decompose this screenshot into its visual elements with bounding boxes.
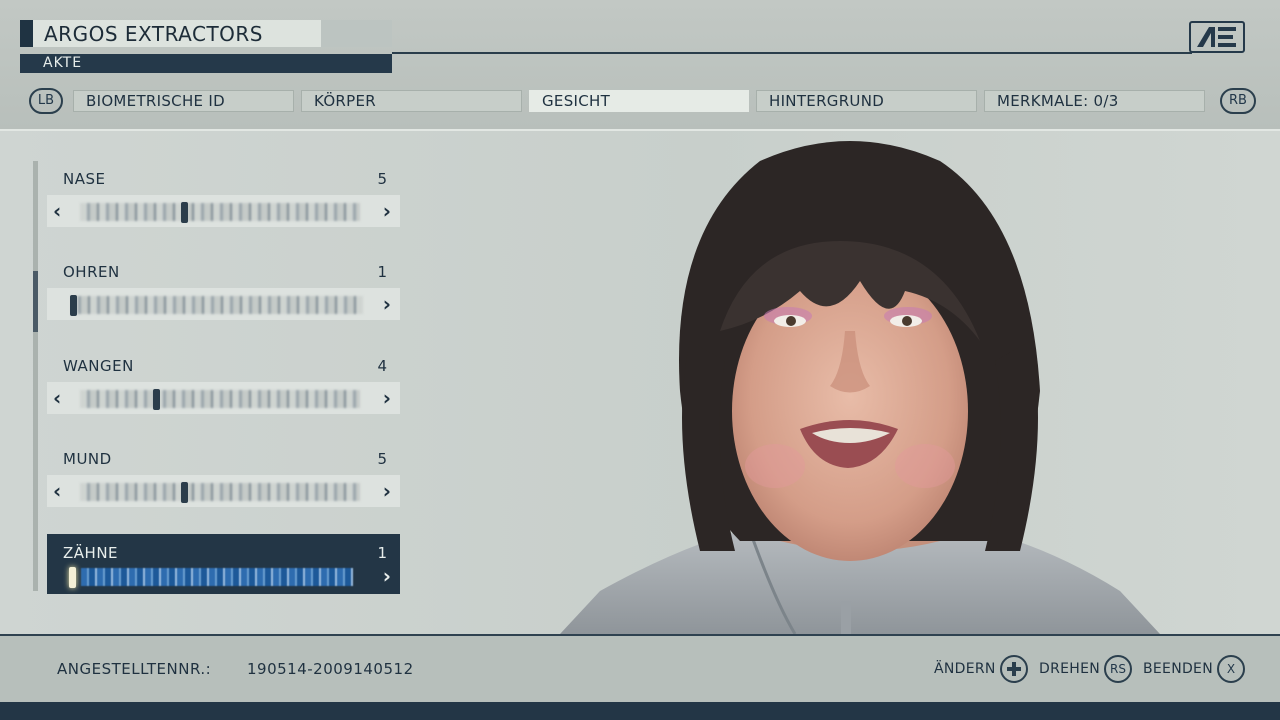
- scrollbar-thumb[interactable]: [33, 271, 38, 332]
- slider-zaehne[interactable]: ZÄHNE 1 ›: [47, 544, 400, 604]
- header-divider: [392, 52, 1192, 54]
- chevron-left-icon[interactable]: ‹: [53, 385, 61, 411]
- change-label: ÄNDERN: [934, 661, 996, 677]
- title-block: ARGOS EXTRACTORS: [20, 20, 392, 47]
- slider-value: 1: [377, 263, 387, 281]
- dpad-icon[interactable]: [999, 655, 1028, 683]
- slider-label: MUND: [63, 450, 112, 468]
- slider-mund[interactable]: MUND 5 ‹ ›: [47, 450, 400, 510]
- slider-knob[interactable]: [153, 389, 160, 410]
- scrollbar-track[interactable]: [33, 161, 38, 591]
- slider-nase[interactable]: NASE 5 ‹ ›: [47, 170, 400, 230]
- subtitle-bar: AKTE: [20, 54, 392, 73]
- header: ARGOS EXTRACTORS AKTE LB BIOMETRISCHE ID…: [0, 0, 1280, 131]
- slider-preset-strip[interactable]: [80, 483, 360, 501]
- slider-label: OHREN: [63, 263, 120, 281]
- tab-biometrische-id[interactable]: BIOMETRISCHE ID: [73, 90, 294, 112]
- slider-preset-strip[interactable]: [80, 390, 360, 408]
- change-prompt[interactable]: ÄNDERN: [934, 654, 1028, 684]
- main-area: NASE 5 ‹ › OHREN 1 › WANGEN 4 ‹ › MUND 5…: [0, 131, 1280, 634]
- page-subtitle: AKTE: [43, 55, 83, 71]
- page-title: ARGOS EXTRACTORS: [44, 22, 264, 46]
- bottom-bar: [0, 702, 1280, 720]
- slider-label: ZÄHNE: [63, 544, 119, 562]
- chevron-right-icon[interactable]: ›: [383, 478, 391, 504]
- rs-button[interactable]: RS: [1104, 655, 1132, 683]
- slider-label: WANGEN: [63, 357, 134, 375]
- slider-preset-strip[interactable]: [81, 568, 353, 586]
- slider-value: 5: [377, 450, 387, 468]
- slider-knob[interactable]: [181, 482, 188, 503]
- ae-logo-icon: [1189, 21, 1245, 53]
- employee-number-value: 190514-2009140512: [247, 660, 414, 678]
- footer: ANGESTELLTENNR.: 190514-2009140512 ÄNDER…: [0, 634, 1280, 702]
- chevron-right-icon[interactable]: ›: [383, 563, 391, 589]
- title-accent: [20, 20, 33, 47]
- slider-preset-strip[interactable]: [80, 203, 360, 221]
- slider-value: 1: [377, 544, 387, 562]
- slider-ohren[interactable]: OHREN 1 ›: [47, 263, 400, 323]
- employee-number-label: ANGESTELLTENNR.:: [57, 660, 212, 678]
- slider-preset-strip[interactable]: [71, 296, 363, 314]
- slider-wangen[interactable]: WANGEN 4 ‹ ›: [47, 357, 400, 417]
- rb-bumper-button[interactable]: RB: [1220, 88, 1256, 114]
- x-button[interactable]: X: [1216, 655, 1245, 683]
- tab-hintergrund[interactable]: HINTERGRUND: [756, 90, 977, 112]
- slider-knob[interactable]: [181, 202, 188, 223]
- slider-knob[interactable]: [69, 567, 76, 588]
- exit-label: BEENDEN: [1143, 661, 1213, 677]
- slider-value: 5: [377, 170, 387, 188]
- exit-prompt[interactable]: BEENDEN X: [1143, 654, 1245, 684]
- slider-label: NASE: [63, 170, 106, 188]
- chevron-right-icon[interactable]: ›: [383, 385, 391, 411]
- tab-merkmale[interactable]: MERKMALE: 0/3: [984, 90, 1205, 112]
- chevron-left-icon[interactable]: ‹: [53, 478, 61, 504]
- slider-value: 4: [377, 357, 387, 375]
- rotate-prompt[interactable]: DREHEN RS: [1039, 654, 1132, 684]
- chevron-right-icon[interactable]: ›: [383, 198, 391, 224]
- lb-bumper-button[interactable]: LB: [29, 88, 63, 114]
- slider-knob[interactable]: [70, 295, 77, 316]
- tab-bar: LB BIOMETRISCHE ID KÖRPER GESICHT HINTER…: [0, 88, 1280, 116]
- tab-gesicht[interactable]: GESICHT: [529, 90, 749, 112]
- chevron-left-icon[interactable]: ‹: [53, 198, 61, 224]
- tab-koerper[interactable]: KÖRPER: [301, 90, 522, 112]
- rotate-label: DREHEN: [1039, 661, 1100, 677]
- chevron-right-icon[interactable]: ›: [383, 291, 391, 317]
- character-portrait[interactable]: [560, 131, 1160, 634]
